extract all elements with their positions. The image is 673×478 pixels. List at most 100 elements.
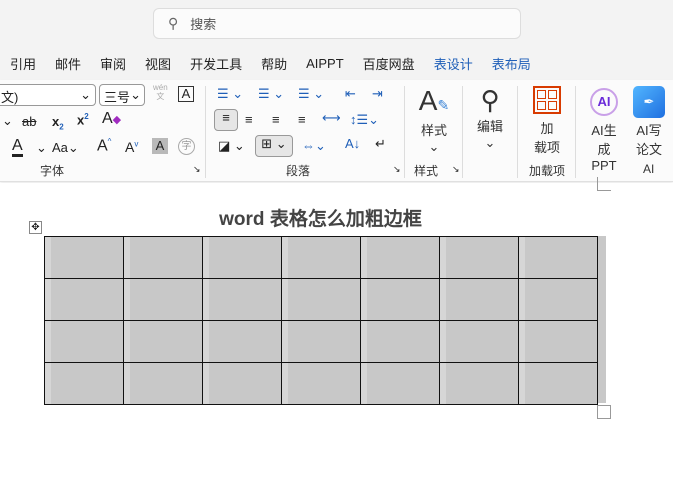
table-cell[interactable] bbox=[281, 236, 361, 279]
ai-ppt-icon: AI bbox=[590, 88, 618, 116]
table-cell[interactable] bbox=[360, 320, 440, 363]
font-group-label: 字体 bbox=[40, 164, 65, 178]
font-name-value: 文) bbox=[1, 90, 19, 105]
table-cell[interactable] bbox=[123, 362, 203, 405]
text-direction-icon[interactable]: ⇔⌄ bbox=[302, 138, 326, 154]
table-cell[interactable] bbox=[518, 320, 598, 363]
phonetic-top: wén bbox=[153, 83, 168, 92]
addins-label-2: 载项 bbox=[533, 140, 560, 155]
menu-tab[interactable]: 百度网盘 bbox=[363, 54, 415, 73]
borders-button[interactable]: ⊞ ⌄ bbox=[255, 135, 293, 157]
table-cell[interactable] bbox=[360, 362, 440, 405]
align-center-icon[interactable]: ≡ bbox=[245, 112, 253, 127]
styles-icon: A✎ bbox=[418, 85, 450, 116]
table-cell[interactable] bbox=[518, 236, 598, 279]
table-cell[interactable] bbox=[518, 362, 598, 405]
grow-font-icon[interactable]: A^ bbox=[97, 137, 111, 155]
document-page[interactable]: word 表格怎么加粗边框 ✥ bbox=[0, 177, 673, 478]
addins-button[interactable]: 加载项 bbox=[530, 86, 564, 156]
styles-dialog-launcher-icon[interactable]: ↘ bbox=[452, 164, 460, 175]
table-cell[interactable] bbox=[439, 236, 519, 279]
shrink-font-icon[interactable]: Av bbox=[125, 139, 138, 155]
superscript-icon[interactable]: x2 bbox=[77, 112, 89, 127]
table-cell[interactable] bbox=[202, 320, 282, 363]
subscript-icon[interactable]: x2 bbox=[52, 114, 64, 132]
chevron-down-icon[interactable]: ⌄ bbox=[2, 113, 13, 129]
font-size-select[interactable]: 三号 ⌄ bbox=[99, 84, 145, 106]
table-cell[interactable] bbox=[44, 320, 124, 363]
show-marks-icon[interactable]: ↵ bbox=[375, 136, 386, 152]
table-cell[interactable] bbox=[439, 320, 519, 363]
table-cell[interactable] bbox=[123, 320, 203, 363]
menu-tab[interactable]: 表设计 bbox=[434, 54, 473, 73]
strikethrough-icon[interactable]: ab bbox=[22, 114, 36, 129]
numbering-icon[interactable]: ☰ ⌄ bbox=[258, 86, 284, 102]
table-cell[interactable] bbox=[123, 236, 203, 279]
enclose-char-icon[interactable]: 字 bbox=[178, 138, 195, 155]
paragraph-dialog-launcher-icon[interactable]: ↘ bbox=[393, 164, 401, 175]
table-cell[interactable] bbox=[360, 278, 440, 321]
table-cell[interactable] bbox=[281, 320, 361, 363]
table-cell[interactable] bbox=[44, 236, 124, 279]
table-move-handle-icon[interactable]: ✥ bbox=[29, 221, 42, 234]
table-cell[interactable] bbox=[44, 278, 124, 321]
increase-indent-icon[interactable]: ⇥ bbox=[372, 86, 383, 102]
change-case-icon[interactable]: Aa⌄ bbox=[52, 140, 79, 156]
table-cell[interactable] bbox=[202, 236, 282, 279]
table-cell[interactable] bbox=[123, 278, 203, 321]
justify-icon[interactable]: ≡ bbox=[298, 112, 306, 127]
edit-button[interactable]: ⚲ 编辑 ⌄ bbox=[474, 84, 506, 151]
table-cell[interactable] bbox=[44, 362, 124, 405]
table-cell[interactable] bbox=[439, 362, 519, 405]
ai-ppt-label-2: 成PPT bbox=[591, 142, 617, 173]
table-cell[interactable] bbox=[439, 278, 519, 321]
addins-icon bbox=[533, 86, 561, 114]
line-spacing-icon[interactable]: ↕☰⌄ bbox=[350, 112, 379, 128]
styles-button[interactable]: A✎ 样式 ⌄ bbox=[418, 86, 450, 155]
menu-tab[interactable]: 开发工具 bbox=[190, 54, 242, 73]
table-resize-handle[interactable] bbox=[597, 405, 611, 419]
distribute-icon[interactable]: ⟷ bbox=[322, 110, 341, 126]
ai-write-button[interactable]: ✒ AI写 论文 bbox=[631, 86, 667, 158]
table-cell[interactable] bbox=[281, 362, 361, 405]
search-placeholder: 搜索 bbox=[190, 17, 217, 32]
menu-tab[interactable]: 邮件 bbox=[55, 54, 81, 73]
sort-icon[interactable]: A↓ bbox=[345, 136, 360, 151]
table-cell[interactable] bbox=[281, 278, 361, 321]
document-table[interactable] bbox=[44, 236, 598, 405]
table-row bbox=[44, 236, 598, 279]
font-color-icon[interactable]: A bbox=[12, 138, 23, 157]
char-border-icon[interactable]: A bbox=[178, 86, 194, 102]
ai-write-icon: ✒ bbox=[633, 86, 665, 118]
addins-group-label: 加载项 bbox=[529, 164, 566, 178]
table-cell[interactable] bbox=[360, 236, 440, 279]
table-cell[interactable] bbox=[202, 362, 282, 405]
menu-tab[interactable]: AIPPT bbox=[306, 56, 344, 71]
bullets-icon[interactable]: ☰ ⌄ bbox=[217, 86, 243, 102]
font-dialog-launcher-icon[interactable]: ↘ bbox=[193, 164, 201, 175]
table-cell[interactable] bbox=[202, 278, 282, 321]
multilevel-list-icon[interactable]: ☰ ⌄ bbox=[298, 86, 324, 102]
menu-bar: 引用 邮件 审阅 视图 开发工具 帮助 AIPPT 百度网盘 表设计 表布局 bbox=[0, 46, 673, 80]
menu-tab[interactable]: 引用 bbox=[10, 54, 36, 73]
font-name-select[interactable]: 文) ⌄ bbox=[0, 84, 96, 106]
phonetic-guide-button[interactable]: wén 文 bbox=[153, 83, 168, 101]
menu-tab[interactable]: 审阅 bbox=[100, 54, 126, 73]
chevron-down-icon[interactable]: ⌄ bbox=[36, 140, 47, 156]
menu-tab[interactable]: 表布局 bbox=[492, 54, 531, 73]
char-shading-icon[interactable]: A bbox=[152, 138, 168, 154]
styles-label: 样式 bbox=[420, 123, 447, 138]
phonetic-bottom: 文 bbox=[156, 92, 165, 101]
ai-ppt-button[interactable]: AI AI生 成PPT bbox=[585, 88, 623, 173]
menu-tab[interactable]: 视图 bbox=[145, 54, 171, 73]
align-left-icon[interactable]: ≡ bbox=[214, 109, 238, 131]
clear-format-icon[interactable]: A◆ bbox=[102, 110, 121, 128]
search-box[interactable]: ⚲ 搜索 bbox=[153, 8, 521, 39]
align-right-icon[interactable]: ≡ bbox=[272, 112, 280, 127]
menu-tab[interactable]: 帮助 bbox=[261, 54, 287, 73]
decrease-indent-icon[interactable]: ⇤ bbox=[345, 86, 356, 102]
table-cell[interactable] bbox=[518, 278, 598, 321]
search-icon: ⚲ bbox=[480, 85, 500, 115]
shading-icon[interactable]: ◪ ⌄ bbox=[218, 138, 245, 154]
paragraph-group-label: 段落 bbox=[286, 164, 311, 178]
